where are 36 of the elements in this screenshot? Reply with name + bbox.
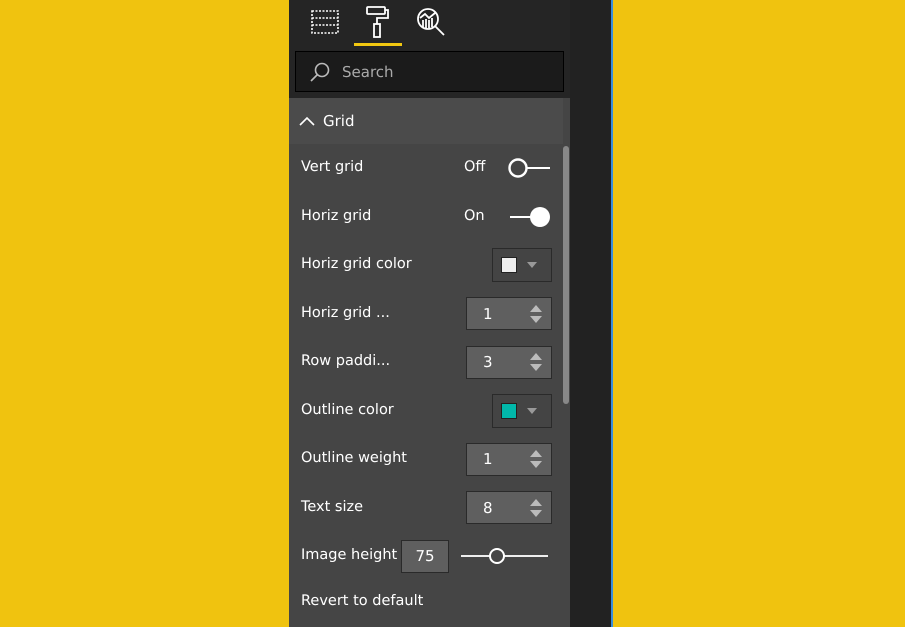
slider-thumb[interactable]	[488, 548, 505, 564]
spin-arrows-icon	[529, 448, 543, 470]
spin-arrows-icon	[529, 302, 543, 325]
number-spinner[interactable]: 8	[466, 491, 552, 524]
color-picker[interactable]	[492, 394, 552, 428]
toggle-state-text: On	[464, 206, 486, 226]
revert-link[interactable]: Revert to default	[289, 580, 570, 622]
spin-arrows-icon	[529, 496, 543, 519]
caret-icon	[527, 408, 537, 414]
setting-label: Vert grid	[301, 158, 364, 178]
magnifier-chart-icon	[415, 6, 447, 38]
section-header[interactable]: Grid	[289, 98, 563, 144]
toggle-switch[interactable]	[508, 157, 552, 180]
setting-label: Image height	[301, 546, 398, 566]
number-spinner[interactable]: 3	[466, 346, 552, 379]
setting-label: Outline color	[301, 400, 394, 420]
toggle-state-text: Off	[464, 158, 487, 178]
spin-arrows-icon	[529, 351, 543, 374]
setting-label: Horiz grid	[301, 206, 372, 226]
setting-label: Text size	[301, 498, 364, 517]
caret-icon	[527, 262, 537, 268]
search-icon	[309, 61, 331, 83]
search-field[interactable]: Search	[295, 51, 564, 92]
setting-label: Row paddi...	[301, 352, 390, 372]
number-spinner[interactable]: 1	[466, 442, 552, 476]
number-spinner[interactable]: 1	[466, 297, 552, 330]
chevron-up-icon	[299, 116, 315, 126]
paint-roller-icon	[365, 4, 391, 38]
toggle-switch[interactable]	[508, 206, 552, 228]
color-picker[interactable]	[492, 248, 552, 282]
setting-label: Horiz grid ...	[301, 304, 390, 323]
setting-label: Horiz grid color	[301, 255, 412, 274]
table-icon	[310, 8, 340, 34]
number-input[interactable]: 75	[401, 540, 449, 573]
scrollbar-thumb[interactable]	[563, 146, 569, 404]
setting-label: Outline weight	[301, 449, 407, 468]
